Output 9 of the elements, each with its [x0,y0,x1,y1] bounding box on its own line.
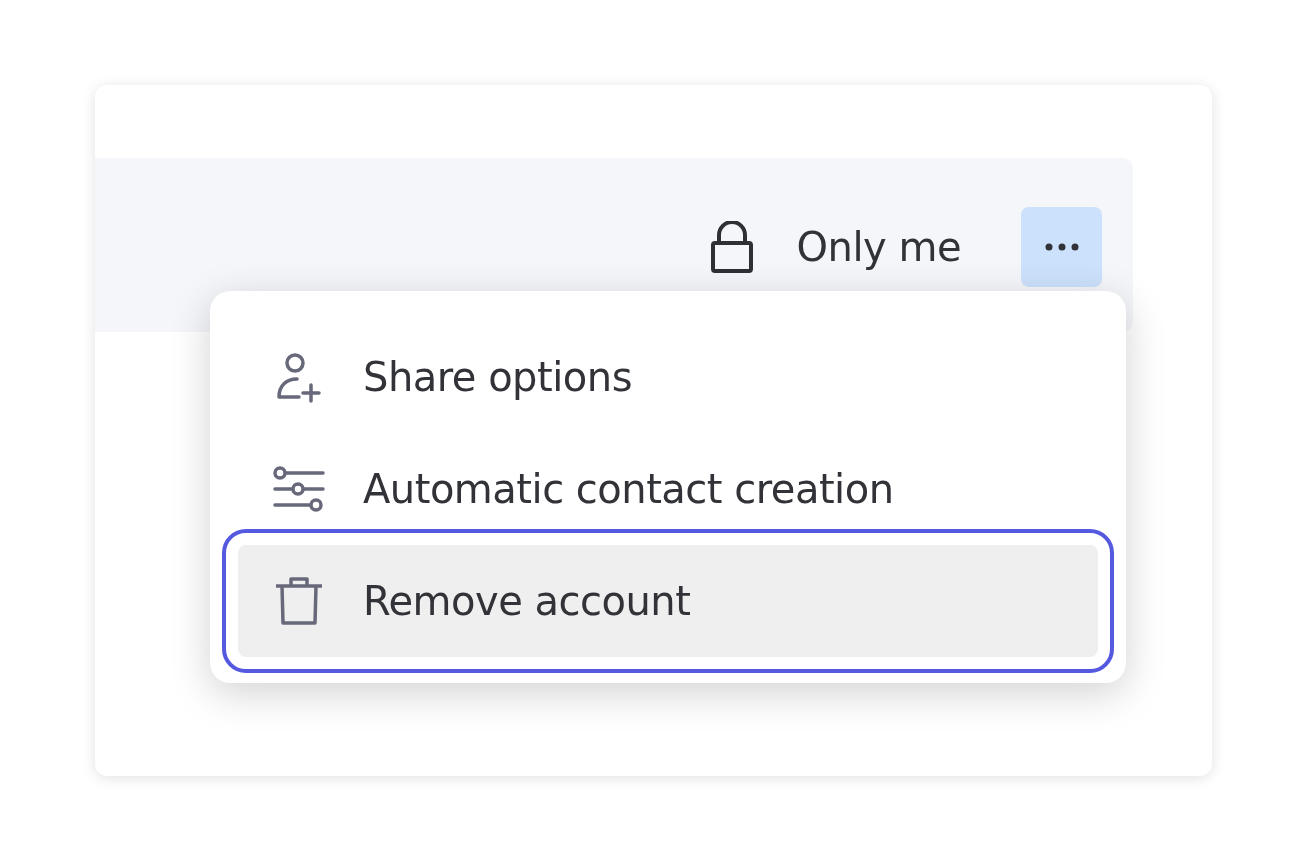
more-button[interactable] [1021,207,1102,287]
menu-item[interactable]: Share options [238,321,1098,433]
sliders-icon [273,463,325,515]
menu-item[interactable]: Automatic contact creation [238,433,1098,545]
menu-item[interactable]: Remove account [238,545,1098,657]
lock-icon [708,221,755,273]
access-label: Only me [796,223,961,272]
trash-icon [273,575,325,627]
more-icon [1043,243,1080,251]
